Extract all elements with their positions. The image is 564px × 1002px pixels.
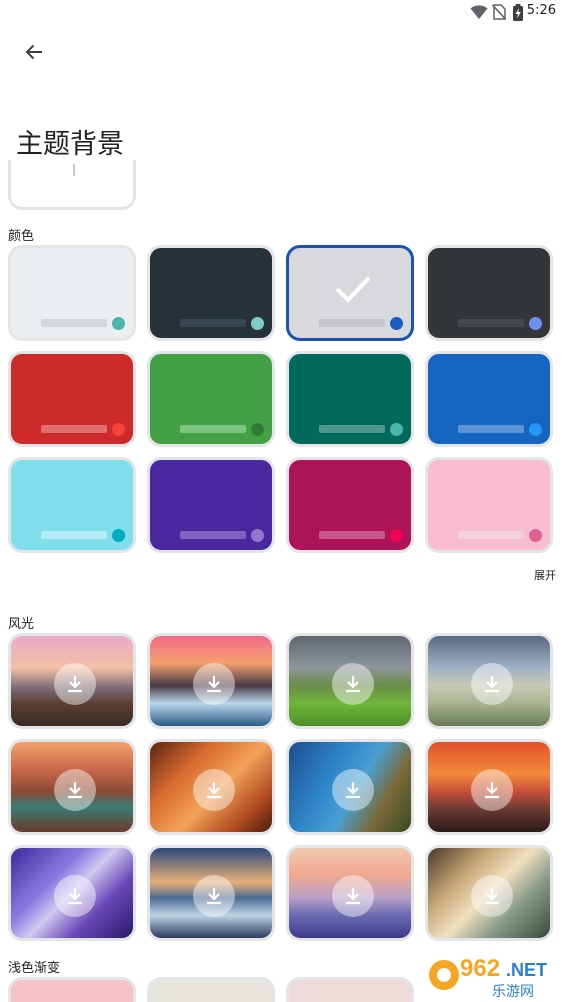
landscape-tile-frozen-lake[interactable] <box>147 633 275 729</box>
previous-theme-card[interactable] <box>8 160 136 210</box>
gradient-theme-tile[interactable] <box>8 977 136 1002</box>
download-icon <box>207 676 221 693</box>
landscape-tile-slot-canyon[interactable] <box>147 739 275 835</box>
landscape-tile-red-sunset[interactable] <box>425 739 553 835</box>
status-bar: 5:26 <box>0 0 564 24</box>
download-button[interactable] <box>471 663 513 705</box>
preview-bar <box>458 531 524 539</box>
preview-bar <box>319 425 385 433</box>
color-theme-tile[interactable] <box>286 245 414 341</box>
expand-colors-button[interactable]: 展开 <box>534 567 556 583</box>
download-icon <box>485 676 499 693</box>
accent-dot <box>112 317 125 330</box>
download-button[interactable] <box>54 663 96 705</box>
color-theme-tile[interactable] <box>286 351 414 447</box>
color-theme-tile[interactable] <box>147 457 275 553</box>
gradient-theme-tile[interactable] <box>286 977 414 1002</box>
accent-dot <box>390 423 403 436</box>
svg-text:.NET: .NET <box>506 960 547 980</box>
preview-bar <box>41 319 107 327</box>
no-sim-icon <box>492 4 506 20</box>
landscape-tile-canyon-bend[interactable] <box>8 739 136 835</box>
accent-dot <box>529 529 542 542</box>
preview-bar <box>180 319 246 327</box>
landscape-tile-purple-stream[interactable] <box>8 845 136 941</box>
preview-bar <box>458 425 524 433</box>
landscape-tile-cloudy-coast[interactable] <box>425 633 553 729</box>
card-handle <box>73 164 75 176</box>
landscape-tile-mountain-haze[interactable] <box>286 845 414 941</box>
download-button[interactable] <box>332 663 374 705</box>
landscape-tile-sunset-beach[interactable] <box>8 633 136 729</box>
preview-bar <box>41 531 107 539</box>
download-icon <box>346 676 360 693</box>
accent-dot <box>251 423 264 436</box>
preview-bar <box>319 319 385 327</box>
accent-dot <box>251 317 264 330</box>
accent-dot <box>390 317 403 330</box>
download-icon <box>68 888 82 905</box>
color-theme-tile[interactable] <box>425 457 553 553</box>
page-title: 主题背景 <box>16 129 124 160</box>
gradient-theme-tile[interactable] <box>147 977 275 1002</box>
check-icon <box>335 276 371 303</box>
download-button[interactable] <box>332 769 374 811</box>
battery-charging-icon <box>513 4 523 21</box>
svg-text:962: 962 <box>460 955 500 982</box>
download-icon <box>485 888 499 905</box>
color-theme-tile[interactable] <box>425 351 553 447</box>
preview-bar <box>458 319 524 327</box>
arrow-back-icon <box>25 44 42 60</box>
colors-section-label: 颜色 <box>8 229 35 244</box>
color-theme-tile[interactable] <box>425 245 553 341</box>
landscape-tile-waves[interactable] <box>425 845 553 941</box>
site-watermark-logo: 962 .NET 乐游网 <box>424 950 558 1000</box>
landscape-section-label: 风光 <box>8 617 35 632</box>
preview-bar <box>41 425 107 433</box>
color-theme-tile[interactable] <box>8 351 136 447</box>
color-theme-tile[interactable] <box>286 457 414 553</box>
color-theme-tile[interactable] <box>8 245 136 341</box>
landscape-tile-blue-shore[interactable] <box>147 845 275 941</box>
landscape-tile-green-hills[interactable] <box>286 633 414 729</box>
download-icon <box>346 782 360 799</box>
wifi-icon <box>470 5 488 19</box>
accent-dot <box>112 529 125 542</box>
back-button[interactable] <box>18 36 50 68</box>
download-button[interactable] <box>54 875 96 917</box>
download-button[interactable] <box>471 875 513 917</box>
preview-bar <box>180 531 246 539</box>
light-gradient-section-label: 浅色渐变 <box>8 961 61 976</box>
accent-dot <box>390 529 403 542</box>
accent-dot <box>251 529 264 542</box>
accent-dot <box>529 423 542 436</box>
color-theme-tile[interactable] <box>147 351 275 447</box>
download-button[interactable] <box>332 875 374 917</box>
preview-bar <box>180 425 246 433</box>
status-time: 5:26 <box>526 3 556 18</box>
preview-bar <box>319 531 385 539</box>
color-theme-tile[interactable] <box>147 245 275 341</box>
download-button[interactable] <box>193 663 235 705</box>
landscape-tile-ocean-cliffs[interactable] <box>286 739 414 835</box>
download-icon <box>68 782 82 799</box>
download-button[interactable] <box>193 875 235 917</box>
color-theme-tile[interactable] <box>8 457 136 553</box>
download-icon <box>68 676 82 693</box>
svg-text:乐游网: 乐游网 <box>492 984 534 1000</box>
accent-dot <box>112 423 125 436</box>
download-button[interactable] <box>54 769 96 811</box>
download-icon <box>207 782 221 799</box>
download-icon <box>346 888 360 905</box>
download-button[interactable] <box>471 769 513 811</box>
download-button[interactable] <box>193 769 235 811</box>
download-icon <box>207 888 221 905</box>
download-icon <box>485 782 499 799</box>
accent-dot <box>529 317 542 330</box>
